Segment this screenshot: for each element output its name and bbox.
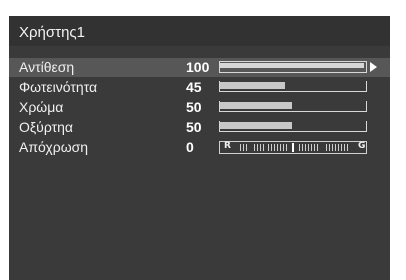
tint-tick (274, 144, 275, 151)
tint-tick (277, 144, 278, 151)
tint-tick (314, 144, 315, 151)
slider-fill (220, 122, 292, 129)
tint-tick (305, 144, 306, 151)
tint-tick (280, 144, 281, 151)
setting-label: Οξύρτηα (19, 119, 73, 135)
tint-tick (286, 144, 287, 151)
menu-header: Χρήστης1 (9, 16, 390, 46)
setting-value: 0 (186, 139, 194, 155)
setting-row-brightness[interactable]: Φωτεινότητα 45 (9, 78, 390, 97)
setting-row-color[interactable]: Χρώμα 50 (9, 98, 390, 117)
tint-tick (299, 144, 300, 151)
tint-tick (332, 144, 333, 151)
tint-tick (260, 144, 261, 151)
tint-red-label: R (224, 141, 231, 151)
tint-tick (283, 144, 284, 151)
menu-title: Χρήστης1 (19, 24, 85, 41)
setting-row-sharpness[interactable]: Οξύρτηα 50 (9, 118, 390, 137)
setting-label: Αντίθεση (19, 59, 75, 75)
tint-tick (240, 144, 241, 151)
tint-slider[interactable]: R G (219, 141, 367, 154)
color-slider[interactable] (219, 101, 367, 113)
slider-fill (220, 102, 292, 109)
tint-scale: R G (219, 141, 367, 154)
tint-tick (263, 144, 264, 151)
tint-tick (341, 144, 342, 151)
setting-row-contrast[interactable]: Αντίθεση 100 (9, 58, 390, 77)
setting-value: 100 (186, 59, 210, 75)
tint-tick (254, 144, 255, 151)
tint-tick (308, 144, 309, 151)
tint-tick (246, 144, 247, 151)
menu-divider (9, 46, 390, 56)
setting-value: 45 (186, 79, 202, 95)
picture-settings-menu: Χρήστης1 Αντίθεση 100 Φωτεινότητα 45 Χρώ… (9, 16, 390, 280)
tint-tick (271, 144, 272, 151)
setting-row-tint[interactable]: Απόχρωση 0 R G (9, 138, 390, 157)
tint-tick (243, 144, 244, 151)
setting-value: 50 (186, 99, 202, 115)
contrast-slider[interactable] (219, 61, 377, 73)
tint-tick (302, 144, 303, 151)
tint-tick (268, 144, 269, 151)
slider-fill (220, 63, 364, 68)
brightness-slider[interactable] (219, 81, 367, 93)
tint-tick (335, 144, 336, 151)
tint-tick (326, 144, 327, 151)
tint-tick (317, 144, 318, 151)
tint-position-marker (292, 143, 294, 152)
setting-label: Φωτεινότητα (19, 79, 98, 95)
setting-label: Χρώμα (19, 99, 64, 115)
tint-tick (329, 144, 330, 151)
tint-tick (311, 144, 312, 151)
setting-value: 50 (186, 119, 202, 135)
slider-fill (220, 82, 285, 89)
tint-tick (344, 144, 345, 151)
tint-tick (347, 144, 348, 151)
tint-green-label: G (358, 141, 366, 151)
play-arrow-icon (370, 62, 377, 72)
sharpness-slider[interactable] (219, 121, 367, 133)
tint-tick (338, 144, 339, 151)
setting-label: Απόχρωση (19, 139, 89, 155)
tint-tick (257, 144, 258, 151)
